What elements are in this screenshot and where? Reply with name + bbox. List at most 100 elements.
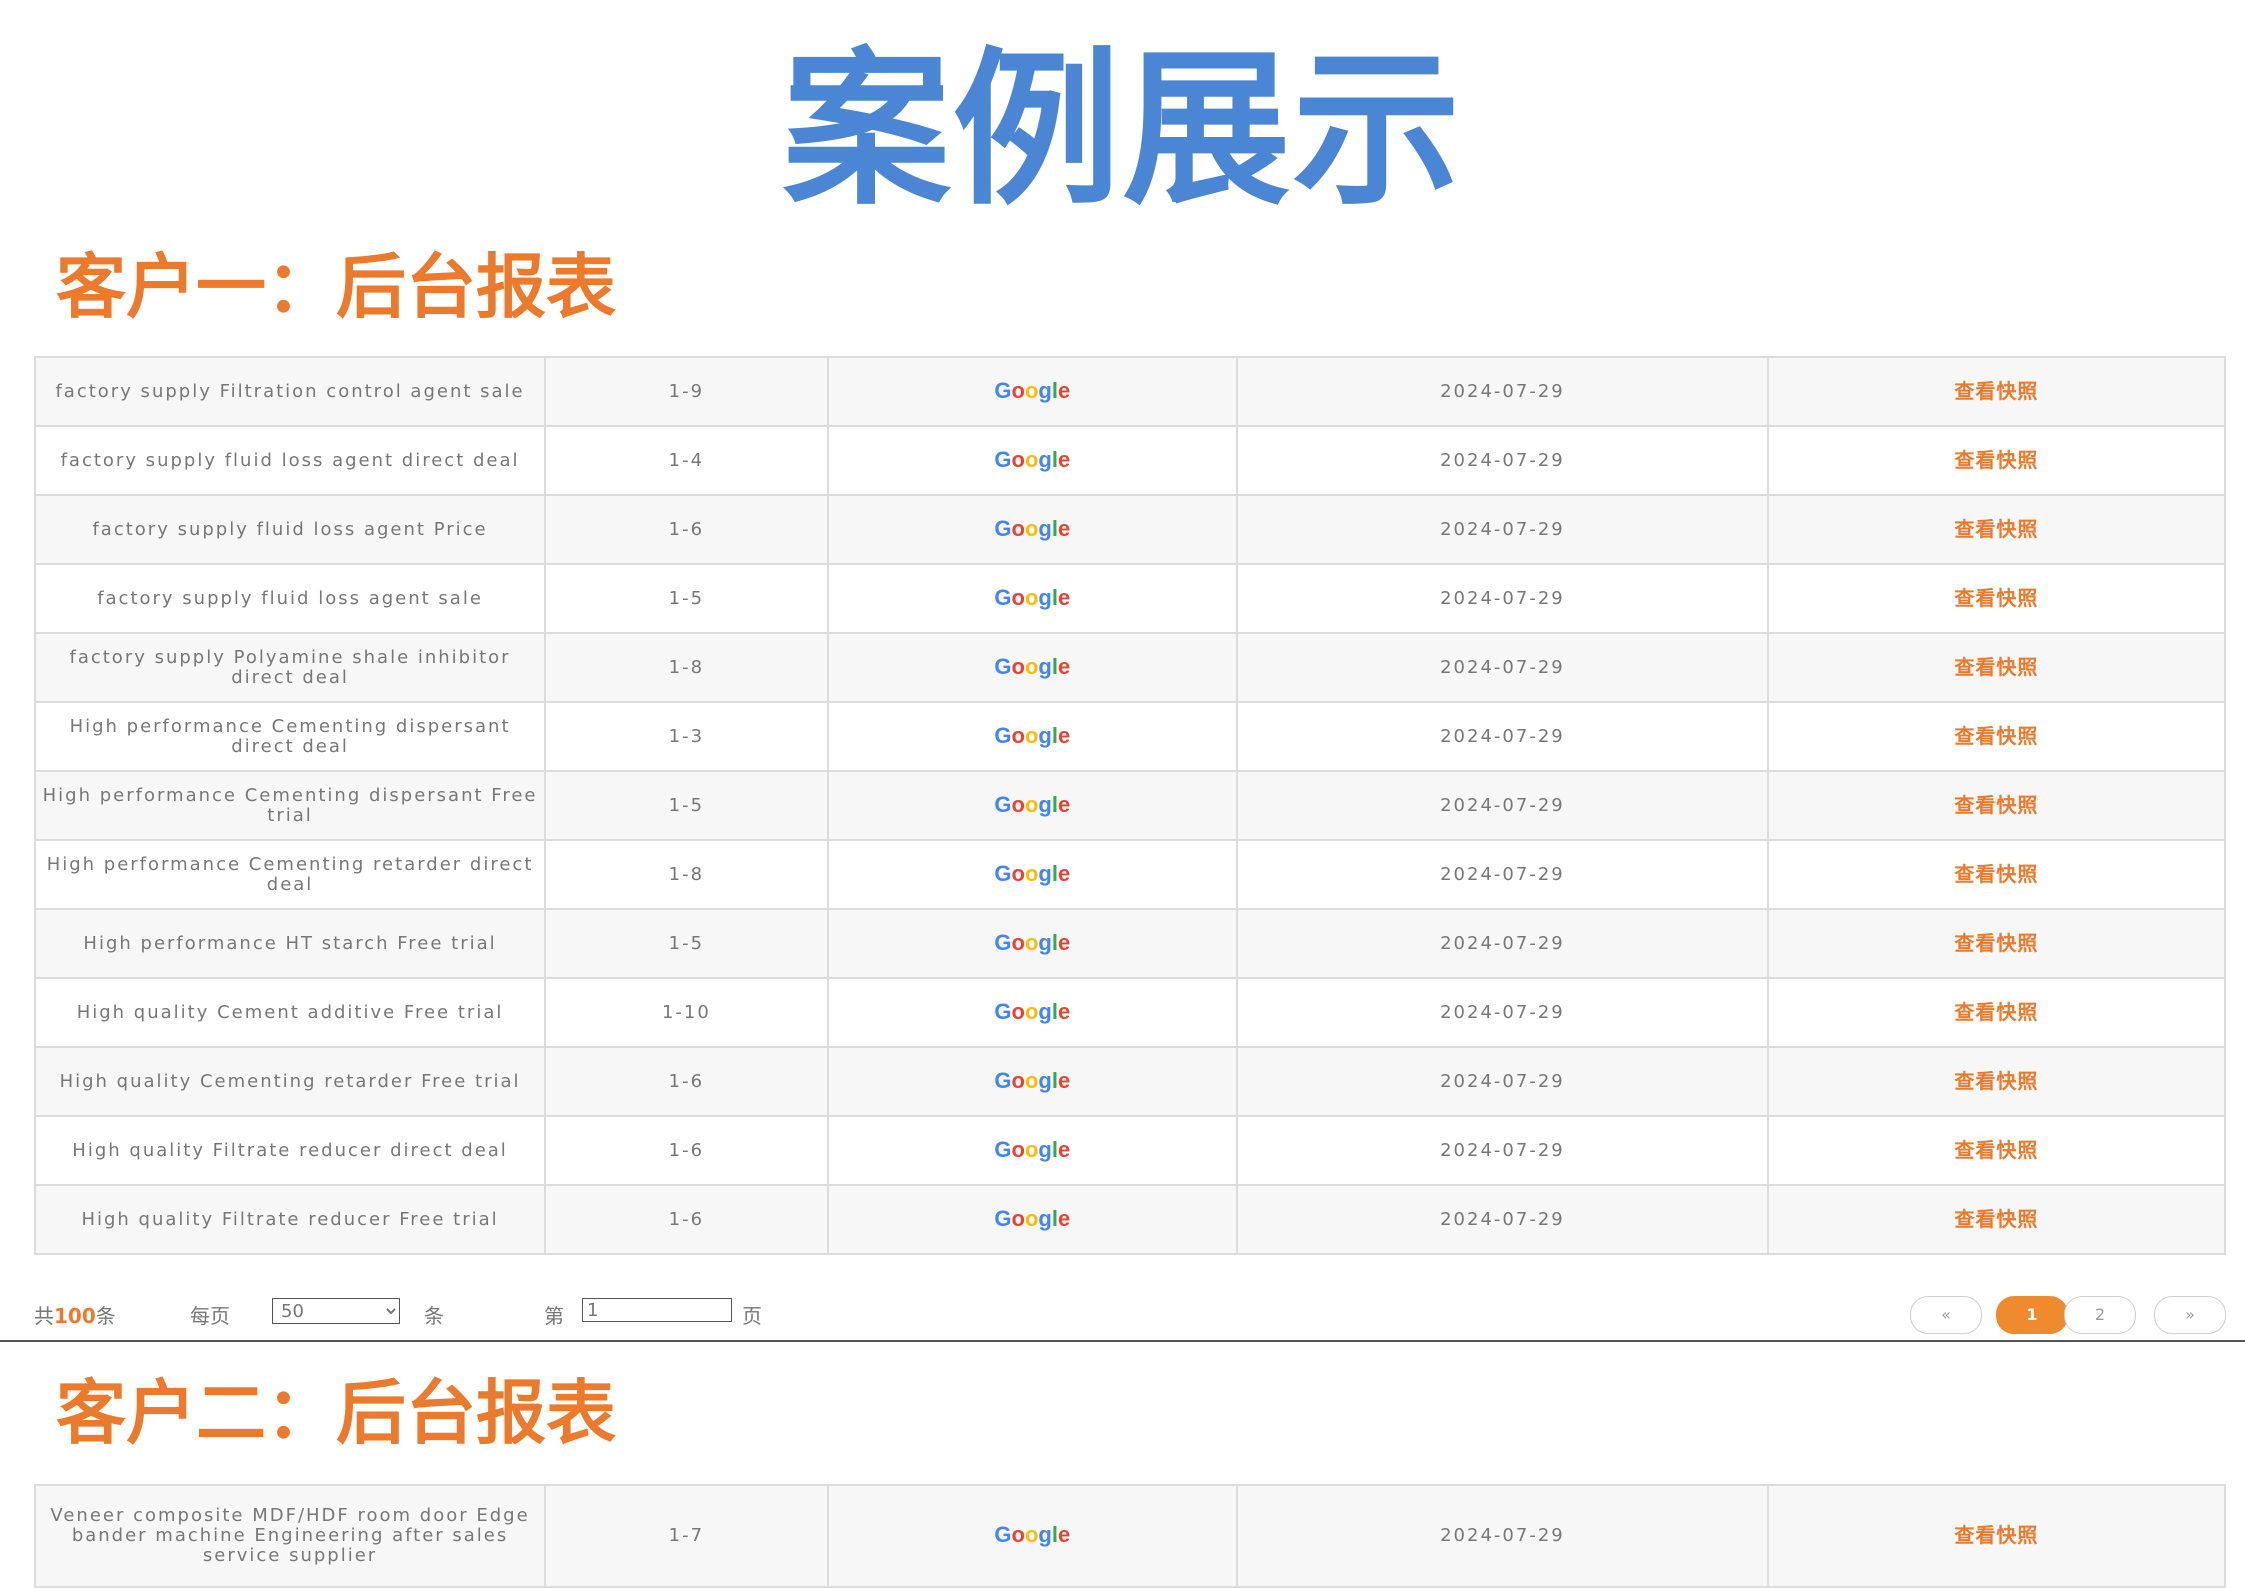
per-page-label: 每页 [190, 1304, 230, 1328]
rank-cell: 1-4 [544, 425, 829, 496]
rank-cell: 1-9 [544, 356, 829, 427]
per-page-suffix: 条 [424, 1304, 444, 1328]
table-row: High performance HT starch Free trial 1-5… [33, 908, 2227, 979]
engine-cell: Google [826, 1484, 1238, 1588]
snapshot-cell: 查看快照 [1766, 1184, 2227, 1255]
date-cell: 2024-07-29 [1235, 1115, 1769, 1186]
date-cell: 2024-07-29 [1235, 839, 1769, 910]
snapshot-cell: 查看快照 [1766, 908, 2227, 979]
page-title: 案例展示 [782, 32, 1463, 228]
view-snapshot-link[interactable]: 查看快照 [1954, 379, 2038, 403]
keyword-cell: High performance Cementing dispersant di… [33, 701, 547, 772]
view-snapshot-link[interactable]: 查看快照 [1954, 1000, 2038, 1024]
view-snapshot-link[interactable]: 查看快照 [1954, 724, 2038, 748]
rank-cell: 1-5 [544, 563, 829, 634]
table-row: High quality Cementing retarder Free tri… [33, 1046, 2227, 1117]
engine-cell: Google [826, 977, 1238, 1048]
rank-cell: 1-6 [544, 1184, 829, 1255]
snapshot-cell: 查看快照 [1766, 356, 2227, 427]
table-row: High performance Cementing dispersant Fr… [33, 770, 2227, 841]
date-cell: 2024-07-29 [1235, 1184, 1769, 1255]
engine-cell: Google [826, 908, 1238, 979]
rank-cell: 1-7 [544, 1484, 829, 1588]
section-divider [0, 1340, 2245, 1342]
snapshot-cell: 查看快照 [1766, 1115, 2227, 1186]
view-snapshot-link[interactable]: 查看快照 [1954, 517, 2038, 541]
table-row: High quality Cement additive Free trial 1… [33, 977, 2227, 1048]
engine-cell: Google [826, 425, 1238, 496]
snapshot-cell: 查看快照 [1766, 1046, 2227, 1117]
view-snapshot-link[interactable]: 查看快照 [1954, 862, 2038, 886]
rank-cell: 1-10 [544, 977, 829, 1048]
engine-cell: Google [826, 770, 1238, 841]
snapshot-cell: 查看快照 [1766, 425, 2227, 496]
keyword-cell: factory supply fluid loss agent Price [33, 494, 547, 565]
date-cell: 2024-07-29 [1235, 908, 1769, 979]
view-snapshot-link[interactable]: 查看快照 [1954, 655, 2038, 679]
per-page-select[interactable]: 50 [272, 1298, 400, 1324]
snapshot-cell: 查看快照 [1766, 494, 2227, 565]
keyword-cell: factory supply Filtration control agent … [33, 356, 547, 427]
google-logo-icon: Google [994, 929, 1071, 955]
snapshot-cell: 查看快照 [1766, 701, 2227, 772]
date-cell: 2024-07-29 [1235, 1046, 1769, 1117]
keyword-cell: factory supply fluid loss agent direct d… [33, 425, 547, 496]
date-cell: 2024-07-29 [1235, 563, 1769, 634]
rank-cell: 1-5 [544, 770, 829, 841]
last-page-button[interactable]: » [2154, 1296, 2226, 1334]
table-row: factory supply fluid loss agent Price 1-6… [33, 494, 2227, 565]
google-logo-icon: Google [994, 1136, 1071, 1162]
first-page-button[interactable]: « [1910, 1296, 1982, 1334]
google-logo-icon: Google [994, 584, 1071, 610]
view-snapshot-link[interactable]: 查看快照 [1954, 931, 2038, 955]
total-count: 100 [54, 1304, 96, 1328]
google-logo-icon: Google [994, 446, 1071, 472]
view-snapshot-link[interactable]: 查看快照 [1954, 1523, 2038, 1547]
view-snapshot-link[interactable]: 查看快照 [1954, 448, 2038, 472]
snapshot-cell: 查看快照 [1766, 563, 2227, 634]
keyword-cell: factory supply fluid loss agent sale [33, 563, 547, 634]
snapshot-cell: 查看快照 [1766, 839, 2227, 910]
section-heading-client-2: 客户二：后台报表 [56, 1372, 616, 1454]
engine-cell: Google [826, 563, 1238, 634]
view-snapshot-link[interactable]: 查看快照 [1954, 1207, 2038, 1231]
google-logo-icon: Google [994, 377, 1071, 403]
date-cell: 2024-07-29 [1235, 356, 1769, 427]
google-logo-icon: Google [994, 653, 1071, 679]
view-snapshot-link[interactable]: 查看快照 [1954, 586, 2038, 610]
view-snapshot-link[interactable]: 查看快照 [1954, 1138, 2038, 1162]
google-logo-icon: Google [994, 791, 1071, 817]
keyword-cell: High performance Cementing dispersant Fr… [33, 770, 547, 841]
rank-cell: 1-6 [544, 1115, 829, 1186]
goto-page-input[interactable] [582, 1298, 732, 1322]
keyword-cell: High performance Cementing retarder dire… [33, 839, 547, 910]
view-snapshot-link[interactable]: 查看快照 [1954, 793, 2038, 817]
google-logo-icon: Google [994, 515, 1071, 541]
table-row: factory supply fluid loss agent direct d… [33, 425, 2227, 496]
engine-cell: Google [826, 839, 1238, 910]
page-2-button[interactable]: 2 [2064, 1296, 2136, 1334]
goto-page-suffix: 页 [742, 1304, 762, 1328]
google-logo-icon: Google [994, 1067, 1071, 1093]
table-row: High quality Filtrate reducer Free trial… [33, 1184, 2227, 1255]
date-cell: 2024-07-29 [1235, 632, 1769, 703]
goto-page-prefix: 第 [544, 1304, 564, 1328]
page-1-button[interactable]: 1 [1996, 1296, 2068, 1334]
table-row: High quality Filtrate reducer direct dea… [33, 1115, 2227, 1186]
engine-cell: Google [826, 701, 1238, 772]
report-table-client-1: factory supply Filtration control agent … [33, 356, 2227, 1255]
pagination-bar: 共100条 每页 50 条 第 页 « 1 2 » [34, 1292, 2226, 1334]
engine-cell: Google [826, 356, 1238, 427]
google-logo-icon: Google [994, 860, 1071, 886]
keyword-cell: High quality Cement additive Free trial [33, 977, 547, 1048]
table-row: factory supply Polyamine shale inhibitor… [33, 632, 2227, 703]
engine-cell: Google [826, 1046, 1238, 1117]
keyword-cell: High performance HT starch Free trial [33, 908, 547, 979]
keyword-cell: factory supply Polyamine shale inhibitor… [33, 632, 547, 703]
keyword-cell: High quality Filtrate reducer Free trial [33, 1184, 547, 1255]
view-snapshot-link[interactable]: 查看快照 [1954, 1069, 2038, 1093]
snapshot-cell: 查看快照 [1766, 977, 2227, 1048]
table-row: factory supply Filtration control agent … [33, 356, 2227, 427]
keyword-cell: Veneer composite MDF/HDF room door Edge … [33, 1484, 547, 1588]
engine-cell: Google [826, 1115, 1238, 1186]
